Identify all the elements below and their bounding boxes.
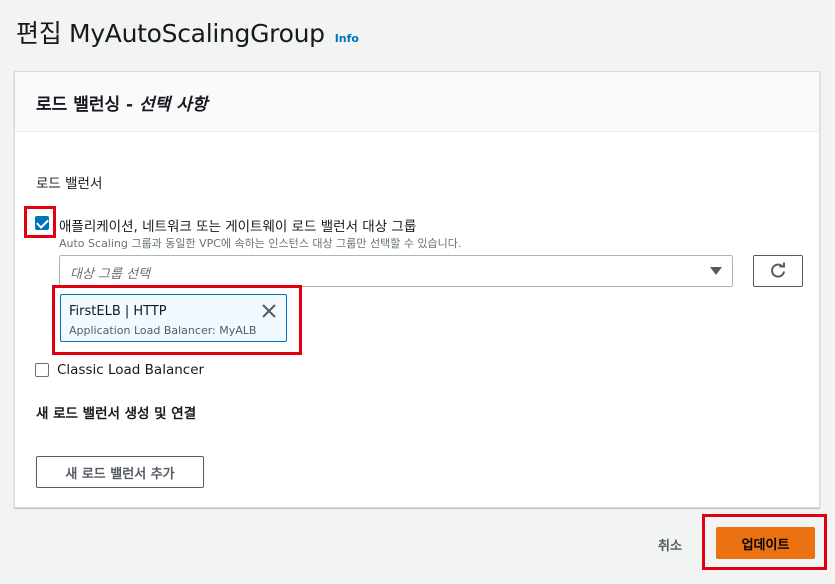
app-lb-target-group-checkbox[interactable] (35, 216, 49, 230)
info-link[interactable]: Info (335, 32, 359, 45)
refresh-icon (771, 262, 785, 278)
load-balancer-section-label: 로드 밸런서 (36, 176, 103, 192)
target-group-select[interactable]: 대상 그룹 선택 (59, 255, 733, 287)
new-lb-heading: 새 로드 밸런서 생성 및 연결 (36, 406, 197, 422)
page-header: 편집 MyAutoScalingGroup Info (16, 14, 359, 50)
panel-header: 로드 밸런싱 - 선택 사항 (15, 72, 819, 132)
page-title: 편집 MyAutoScalingGroup (16, 19, 325, 48)
add-new-load-balancer-button[interactable]: 새 로드 밸런서 추가 (36, 456, 204, 488)
panel-title: 로드 밸런싱 - 선택 사항 (36, 95, 208, 115)
refresh-button[interactable] (753, 255, 803, 287)
update-button[interactable]: 업데이트 (716, 527, 815, 559)
classic-lb-checkbox[interactable] (35, 363, 49, 377)
token-subtitle: Application Load Balancer: MyALB (69, 324, 257, 337)
panel-title-main: 로드 밸런싱 - (36, 95, 140, 115)
classic-lb-label: Classic Load Balancer (57, 362, 205, 378)
target-group-select-placeholder: 대상 그룹 선택 (70, 267, 151, 282)
cancel-button[interactable]: 취소 (658, 535, 682, 554)
load-balancing-panel: 로드 밸런싱 - 선택 사항 로드 밸런서 애플리케이션, 네트워크 또는 게이… (14, 71, 820, 508)
caret-down-icon (710, 267, 722, 275)
token-title: FirstELB | HTTP (69, 304, 167, 319)
panel-title-optional: 선택 사항 (139, 95, 208, 115)
app-lb-target-group-label: 애플리케이션, 네트워크 또는 게이트웨이 로드 밸런서 대상 그룹 (59, 219, 417, 235)
app-lb-target-group-description: Auto Scaling 그룹과 동일한 VPC에 속하는 인스턴스 대상 그룹… (59, 237, 462, 250)
selected-target-group-token: FirstELB | HTTP Application Load Balance… (60, 294, 287, 342)
close-icon[interactable] (261, 303, 277, 319)
